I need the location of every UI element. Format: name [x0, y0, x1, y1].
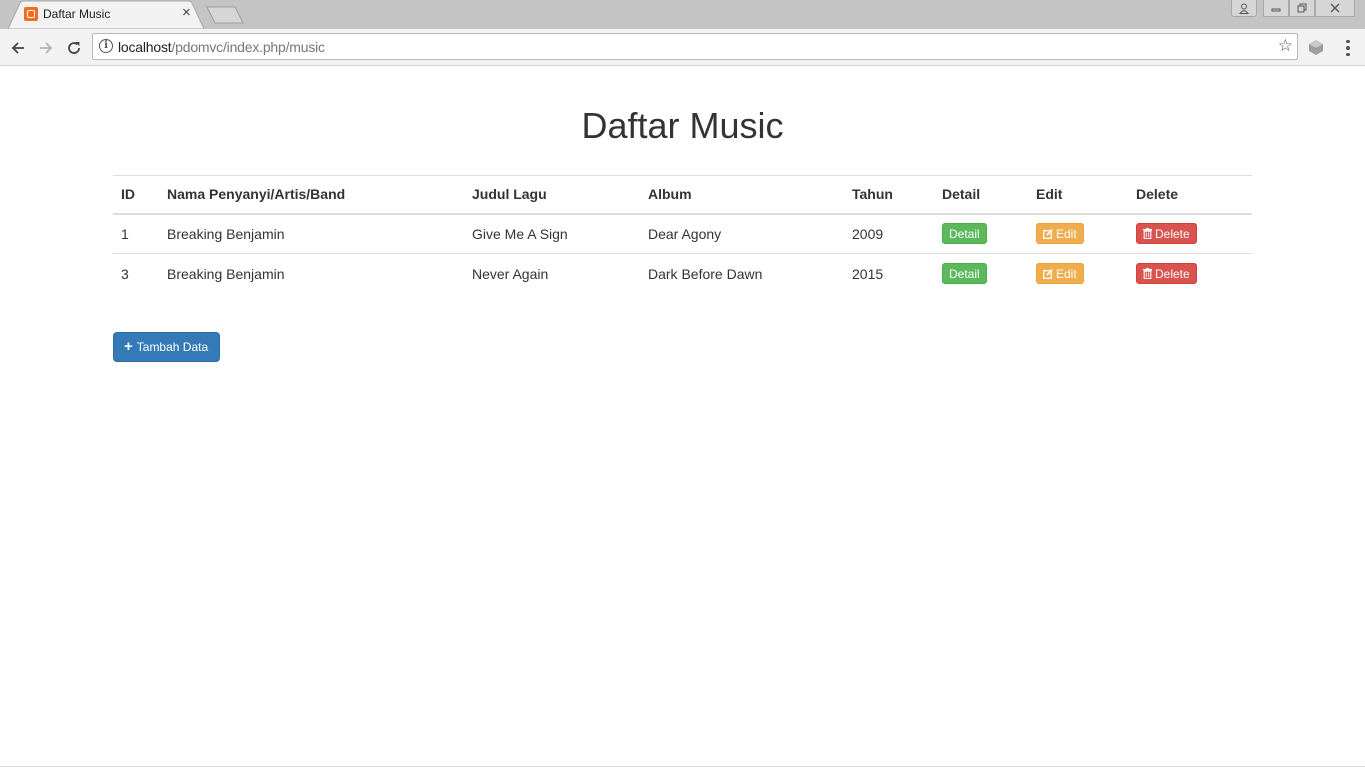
music-table: ID Nama Penyanyi/Artis/Band Judul Lagu A… — [113, 175, 1252, 294]
delete-label: Delete — [1155, 227, 1190, 242]
tab-title: Daftar Music — [43, 7, 111, 21]
cell-detail: Detail — [934, 214, 1028, 254]
edit-icon — [1043, 225, 1053, 245]
header-id: ID — [113, 175, 159, 215]
header-year: Tahun — [844, 175, 934, 215]
cell-song-title: Never Again — [464, 253, 640, 294]
edit-button[interactable]: Edit — [1036, 223, 1084, 245]
cell-id: 1 — [121, 225, 129, 242]
address-bar[interactable]: i localhost/pdomvc/index.php/music ☆ — [92, 33, 1298, 60]
cell-detail: Detail — [934, 253, 1028, 294]
info-icon[interactable]: i — [99, 39, 113, 53]
header-detail: Detail — [934, 175, 1028, 215]
back-arrow-icon[interactable] — [8, 38, 28, 58]
edit-icon — [1043, 265, 1053, 285]
detail-button[interactable]: Detail — [942, 223, 987, 245]
cell-album: Dark Before Dawn — [640, 253, 844, 294]
cell-id: 3 — [113, 253, 159, 294]
bookmark-star-icon[interactable]: ☆ — [1278, 36, 1293, 56]
forward-arrow-icon[interactable] — [36, 38, 56, 58]
plus-icon: + — [124, 338, 133, 355]
extension-icon[interactable] — [1307, 38, 1325, 56]
browser-tab[interactable]: Daftar Music × — [8, 0, 204, 29]
url-text[interactable]: localhost/pdomvc/index.php/music — [118, 39, 325, 55]
detail-button[interactable]: Detail — [942, 263, 987, 285]
header-delete: Delete — [1128, 175, 1252, 215]
cell-artist: Breaking Benjamin — [167, 225, 285, 242]
profile-icon[interactable] — [1231, 0, 1257, 17]
cell-artist: Breaking Benjamin — [159, 253, 464, 294]
table-row: 1 Breaking Benjamin Give Me A Sign Dear … — [113, 214, 1252, 254]
cell-delete: Delete — [1128, 214, 1252, 254]
edit-button[interactable]: Edit — [1036, 263, 1084, 285]
table-row: 3 Breaking Benjamin Never Again Dark Bef… — [113, 253, 1252, 294]
trash-icon — [1143, 225, 1152, 245]
delete-label: Delete — [1155, 267, 1190, 282]
cell-song-title: Give Me A Sign — [472, 225, 568, 242]
header-song-title: Judul Lagu — [464, 175, 640, 215]
close-window-icon[interactable] — [1315, 0, 1355, 17]
restore-icon[interactable] — [1289, 0, 1315, 17]
browser-toolbar: i localhost/pdomvc/index.php/music ☆ — [0, 29, 1365, 66]
add-data-label: Tambah Data — [136, 340, 209, 354]
tab-close-icon[interactable]: × — [182, 5, 191, 21]
minimize-icon[interactable] — [1263, 0, 1289, 17]
cell-year: 2015 — [844, 253, 934, 294]
delete-button[interactable]: Delete — [1136, 263, 1197, 285]
delete-button[interactable]: Delete — [1136, 223, 1197, 245]
reload-icon[interactable] — [64, 38, 84, 58]
edit-label: Edit — [1056, 267, 1077, 282]
cell-year: 2009 — [852, 225, 884, 242]
header-edit: Edit — [1028, 175, 1128, 215]
page-title: Daftar Music — [581, 105, 784, 146]
page-content: Daftar Music ID Nama Penyanyi/Artis/Band… — [0, 67, 1365, 767]
add-data-button[interactable]: + Tambah Data — [113, 332, 221, 362]
xampp-favicon-icon — [24, 7, 38, 21]
browser-menu-icon[interactable] — [1342, 38, 1354, 58]
table-header-row: ID Nama Penyanyi/Artis/Band Judul Lagu A… — [113, 175, 1252, 215]
cell-delete: Delete — [1128, 253, 1252, 294]
header-album: Album — [640, 175, 844, 215]
trash-icon — [1143, 265, 1152, 285]
window-controls — [1231, 0, 1355, 18]
tab-strip: Daftar Music × — [0, 0, 1365, 29]
edit-label: Edit — [1056, 227, 1077, 242]
cell-album: Dear Agony — [648, 225, 722, 242]
cell-edit: Edit — [1028, 253, 1128, 294]
header-artist: Nama Penyanyi/Artis/Band — [159, 175, 464, 215]
cell-edit: Edit — [1028, 214, 1128, 254]
url-path: /pdomvc/index.php/music — [171, 39, 325, 55]
new-tab-button[interactable] — [206, 6, 244, 24]
url-host: localhost — [118, 39, 172, 55]
